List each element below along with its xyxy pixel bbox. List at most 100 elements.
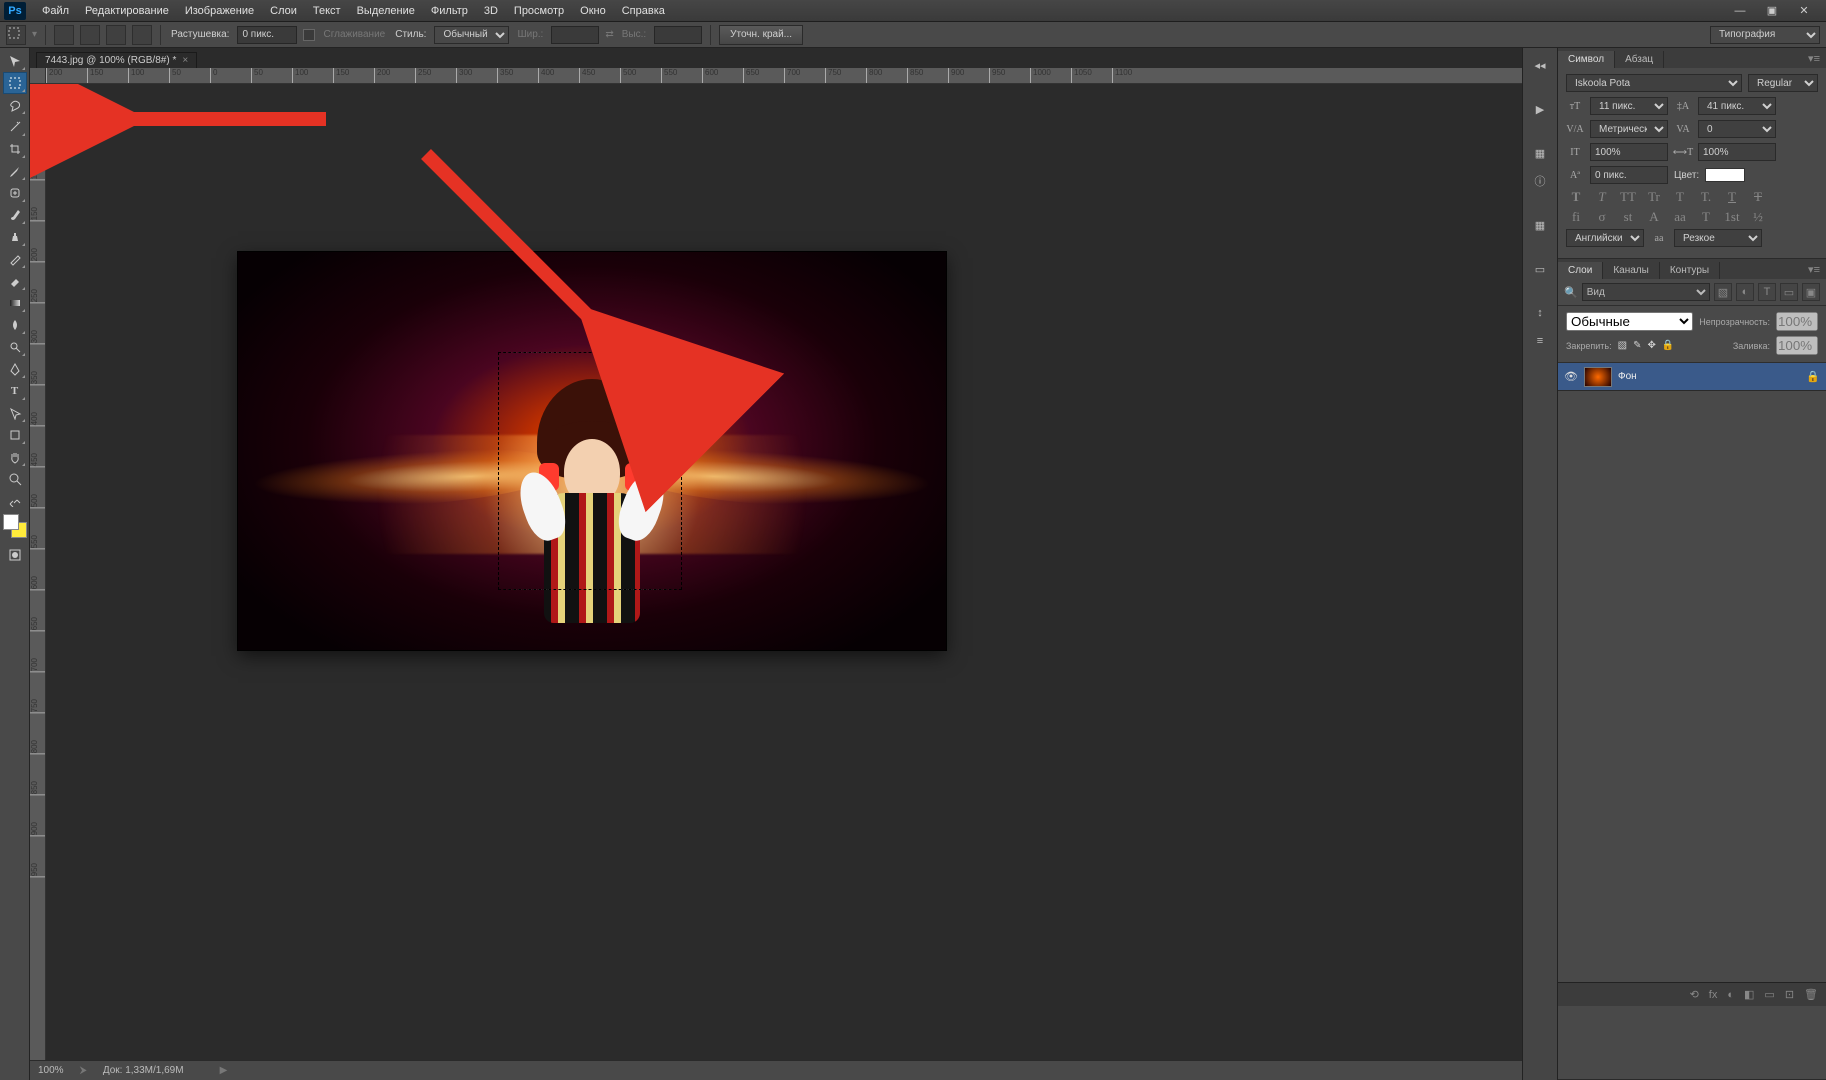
menu-view[interactable]: Просмотр <box>506 2 572 20</box>
layers-menu-icon[interactable]: ▾≡ <box>1802 260 1826 279</box>
dodge-tool[interactable] <box>3 336 27 358</box>
style-select[interactable]: Обычный <box>434 26 509 44</box>
tool-preset-picker[interactable] <box>6 25 26 45</box>
faux-italic-button[interactable]: T <box>1592 189 1612 205</box>
swatches-panel-icon[interactable]: ▦ <box>1527 140 1553 166</box>
color-panel-icon[interactable]: ▦ <box>1527 212 1553 238</box>
text-color-swatch[interactable] <box>1705 168 1745 182</box>
document-tab[interactable]: 7443.jpg @ 100% (RGB/8#) * × <box>36 52 197 68</box>
menu-help[interactable]: Справка <box>614 2 673 20</box>
scale-y-input[interactable] <box>1590 143 1668 161</box>
adjustments-panel-icon[interactable]: ↕ <box>1527 300 1553 326</box>
path-selection-tool[interactable] <box>3 402 27 424</box>
filter-pixel-icon[interactable]: ▧ <box>1714 283 1732 301</box>
stylistic-button[interactable]: st <box>1618 209 1638 225</box>
hand-tool[interactable] <box>3 446 27 468</box>
baseline-input[interactable] <box>1590 166 1668 184</box>
type-tool[interactable]: T <box>3 380 27 402</box>
lasso-tool[interactable] <box>3 94 27 116</box>
filter-type-icon[interactable]: T <box>1758 283 1776 301</box>
delete-layer-icon[interactable]: 🗑 <box>1804 988 1818 1001</box>
window-close-button[interactable]: ✕ <box>1790 2 1818 20</box>
chevron-icon[interactable]: ⮞ <box>80 1065 87 1076</box>
refine-edge-button[interactable]: Уточн. край... <box>719 25 803 45</box>
channels-tab[interactable]: Каналы <box>1603 262 1660 279</box>
color-swatches[interactable] <box>3 514 27 538</box>
foreground-color[interactable] <box>3 514 19 530</box>
paragraph-tab[interactable]: Абзац <box>1615 51 1664 68</box>
menu-window[interactable]: Окно <box>572 2 614 20</box>
filter-shape-icon[interactable]: ▭ <box>1780 283 1798 301</box>
subscript-button[interactable]: T. <box>1696 189 1716 205</box>
link-layers-icon[interactable]: ⟲ <box>1690 988 1699 1001</box>
swap-colors-icon[interactable] <box>3 496 27 508</box>
feather-input[interactable] <box>237 26 297 44</box>
lock-position-icon[interactable]: ✎ <box>1633 340 1641 351</box>
shape-tool[interactable] <box>3 424 27 446</box>
new-layer-icon[interactable]: ⊡ <box>1785 988 1794 1001</box>
leading-select[interactable]: 41 пикс. <box>1698 97 1776 115</box>
smallcaps-button[interactable]: Tr <box>1644 189 1664 205</box>
brush-tool[interactable] <box>3 204 27 226</box>
clone-stamp-tool[interactable] <box>3 226 27 248</box>
layer-name[interactable]: Фон <box>1618 371 1637 382</box>
zoom-value[interactable]: 100% <box>38 1065 64 1076</box>
menu-edit[interactable]: Редактирование <box>77 2 177 20</box>
superscript-button[interactable]: T <box>1670 189 1690 205</box>
window-maximize-button[interactable]: ▣ <box>1758 2 1786 20</box>
navigator-panel-icon[interactable]: ▭ <box>1527 256 1553 282</box>
healing-brush-tool[interactable] <box>3 182 27 204</box>
layers-tab[interactable]: Слои <box>1558 262 1603 279</box>
menu-layers[interactable]: Слои <box>262 2 305 20</box>
layer-visibility-icon[interactable]: 👁 <box>1564 370 1578 383</box>
blend-mode-select[interactable]: Обычные <box>1566 312 1693 331</box>
marquee-selection[interactable] <box>498 352 682 590</box>
menu-image[interactable]: Изображение <box>177 2 262 20</box>
menu-3d[interactable]: 3D <box>476 2 506 20</box>
canvas-viewport[interactable] <box>46 84 1522 1080</box>
document-tab-close[interactable]: × <box>182 55 188 66</box>
crop-tool[interactable] <box>3 138 27 160</box>
magic-wand-tool[interactable] <box>3 116 27 138</box>
oldstyle-button[interactable]: 1st <box>1722 209 1742 225</box>
language-select[interactable]: Английский... <box>1566 229 1644 247</box>
character-tab[interactable]: Символ <box>1558 51 1615 68</box>
alternates-button[interactable]: σ <box>1592 209 1612 225</box>
layer-thumbnail[interactable] <box>1584 367 1612 387</box>
info-panel-icon[interactable]: ⓘ <box>1527 168 1553 194</box>
marquee-tool[interactable] <box>3 72 27 94</box>
ordinals-button[interactable]: aa <box>1670 209 1690 225</box>
blur-tool[interactable] <box>3 314 27 336</box>
strikethrough-button[interactable]: Ŧ <box>1748 189 1768 205</box>
lock-pixels-icon[interactable]: ▧ <box>1618 340 1627 351</box>
selection-intersect-button[interactable] <box>132 25 152 45</box>
selection-new-button[interactable] <box>54 25 74 45</box>
menu-select[interactable]: Выделение <box>349 2 423 20</box>
layer-group-icon[interactable]: ▭ <box>1764 988 1774 1001</box>
panel-menu-icon[interactable]: ▾≡ <box>1802 49 1826 68</box>
menu-text[interactable]: Текст <box>305 2 349 20</box>
antialias-checkbox[interactable] <box>303 29 315 41</box>
scale-x-input[interactable] <box>1698 143 1776 161</box>
styles-panel-icon[interactable]: ≡ <box>1527 328 1553 354</box>
ligatures-button[interactable]: fi <box>1566 209 1586 225</box>
eyedropper-tool[interactable] <box>3 160 27 182</box>
selection-subtract-button[interactable] <box>106 25 126 45</box>
menu-file[interactable]: Файл <box>34 2 77 20</box>
layer-lock-icon[interactable]: 🔒 <box>1806 370 1820 383</box>
ruler-horizontal[interactable]: 2001501005005010015020025030035040045050… <box>30 68 1522 84</box>
quickmask-button[interactable] <box>3 544 27 566</box>
tracking-select[interactable]: 0 <box>1698 120 1776 138</box>
fractions-button[interactable]: ½ <box>1748 209 1768 225</box>
lock-all-icon[interactable]: 🔒 <box>1662 340 1674 351</box>
allcaps-button[interactable]: TT <box>1618 189 1638 205</box>
layer-fx-icon[interactable]: fx <box>1709 989 1718 1001</box>
layer-filter-select[interactable]: Вид <box>1582 283 1710 301</box>
adjustment-layer-icon[interactable]: ◧ <box>1744 988 1754 1001</box>
layer-row[interactable]: 👁 Фон 🔒 <box>1558 363 1826 391</box>
antialias-select[interactable]: Резкое <box>1674 229 1762 247</box>
filter-smart-icon[interactable]: ▣ <box>1802 283 1820 301</box>
eraser-tool[interactable] <box>3 270 27 292</box>
selection-add-button[interactable] <box>80 25 100 45</box>
kerning-select[interactable]: Метрический <box>1590 120 1668 138</box>
